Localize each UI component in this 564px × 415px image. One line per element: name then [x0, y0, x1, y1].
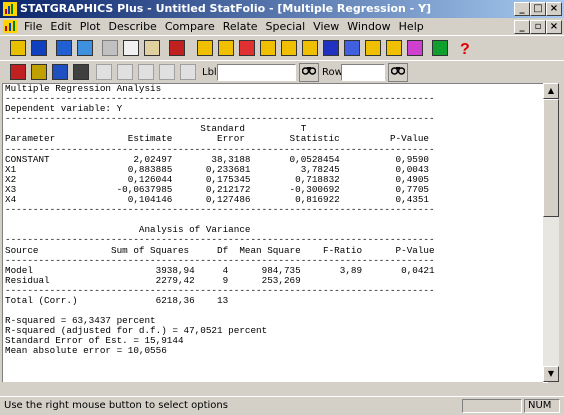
tool-k-icon[interactable] [405, 38, 425, 58]
report-text: Multiple Regression Analysis -----------… [3, 84, 548, 357]
window-title: STATGRAPHICS Plus - Untitled StatFolio -… [20, 2, 432, 15]
status-message: Use the right mouse button to select opt… [4, 400, 228, 411]
menu-view[interactable]: View [309, 19, 343, 33]
tool-a-icon[interactable] [195, 38, 215, 58]
tool-j-icon[interactable] [384, 38, 404, 58]
tool-f-icon[interactable] [300, 38, 320, 58]
analysis-window-icon[interactable] [8, 62, 28, 82]
menu-bar: File Edit Plot Describe Compare Relate S… [0, 18, 564, 35]
find-row-button[interactable] [388, 63, 408, 82]
grid-icon [94, 62, 114, 82]
tool-i-icon[interactable] [363, 38, 383, 58]
horizontal-scrollbar[interactable] [2, 382, 543, 396]
move-icon [115, 62, 135, 82]
minimize-button[interactable]: _ [514, 2, 530, 16]
title-bar: STATGRAPHICS Plus - Untitled StatFolio -… [0, 0, 564, 18]
select-icon [136, 62, 156, 82]
report-line: Mean absolute error = 10,0556 [5, 345, 167, 357]
status-bar: Use the right mouse button to select opt… [0, 396, 564, 415]
menu-window[interactable]: Window [343, 19, 394, 33]
num-lock-indicator: NUM [524, 399, 560, 413]
menu-edit[interactable]: Edit [46, 19, 75, 33]
report-icon[interactable] [29, 62, 49, 82]
paste-icon[interactable] [142, 38, 162, 58]
plot-icon [178, 62, 198, 82]
datasheet-icon[interactable] [54, 38, 74, 58]
cut-icon[interactable] [100, 38, 120, 58]
tool-h-icon[interactable] [342, 38, 362, 58]
tile-icon[interactable] [71, 62, 91, 82]
menu-help[interactable]: Help [395, 19, 428, 33]
close-button[interactable]: × [546, 2, 562, 16]
maximize-button[interactable]: □ [530, 2, 546, 16]
doc-restore-button[interactable]: ▫ [530, 20, 546, 34]
tool-l-icon[interactable] [430, 38, 450, 58]
menu-special[interactable]: Special [262, 19, 310, 33]
tool-e-icon[interactable] [279, 38, 299, 58]
scroll-down-button[interactable]: ▼ [543, 366, 559, 382]
menu-compare[interactable]: Compare [161, 19, 219, 33]
row-input[interactable] [341, 64, 385, 81]
menu-file[interactable]: File [20, 19, 46, 33]
scroll-thumb[interactable] [543, 99, 559, 217]
menu-plot[interactable]: Plot [76, 19, 105, 33]
open-folder-icon[interactable] [8, 38, 28, 58]
tool-b-icon[interactable] [216, 38, 236, 58]
menu-relate[interactable]: Relate [219, 19, 262, 33]
main-toolbar: ? [0, 35, 564, 61]
tool-g-icon[interactable] [321, 38, 341, 58]
menu-describe[interactable]: Describe [104, 19, 160, 33]
binoculars-icon [390, 67, 406, 75]
status-panel-empty [462, 399, 522, 413]
statfolio-icon[interactable] [75, 38, 95, 58]
tool-c-icon[interactable] [237, 38, 257, 58]
report-line: Total (Corr.) 6218,36 13 [5, 294, 229, 306]
label-input[interactable] [217, 64, 296, 81]
zoom-icon [157, 62, 177, 82]
doc-minimize-button[interactable]: _ [514, 20, 530, 34]
scroll-up-button[interactable]: ▲ [543, 83, 559, 99]
secondary-toolbar: Lbl: Row: [0, 60, 564, 84]
copy-icon[interactable] [121, 38, 141, 58]
statgraphics-app-icon [3, 2, 17, 16]
svg-text:?: ? [460, 41, 470, 58]
vertical-scrollbar[interactable]: ▲ ▼ [543, 83, 559, 382]
graph-window-icon[interactable] [50, 62, 70, 82]
doc-close-button[interactable]: × [546, 20, 562, 34]
document-icon[interactable] [3, 20, 17, 33]
save-icon[interactable] [29, 38, 49, 58]
tool-d-icon[interactable] [258, 38, 278, 58]
output-pane[interactable]: Multiple Regression Analysis -----------… [2, 83, 548, 383]
report-line: ----------------------------------------… [5, 204, 435, 216]
find-label-button[interactable] [299, 63, 319, 82]
binoculars-icon [301, 67, 317, 75]
help-icon[interactable]: ? [455, 38, 475, 58]
print-icon[interactable] [167, 38, 187, 58]
